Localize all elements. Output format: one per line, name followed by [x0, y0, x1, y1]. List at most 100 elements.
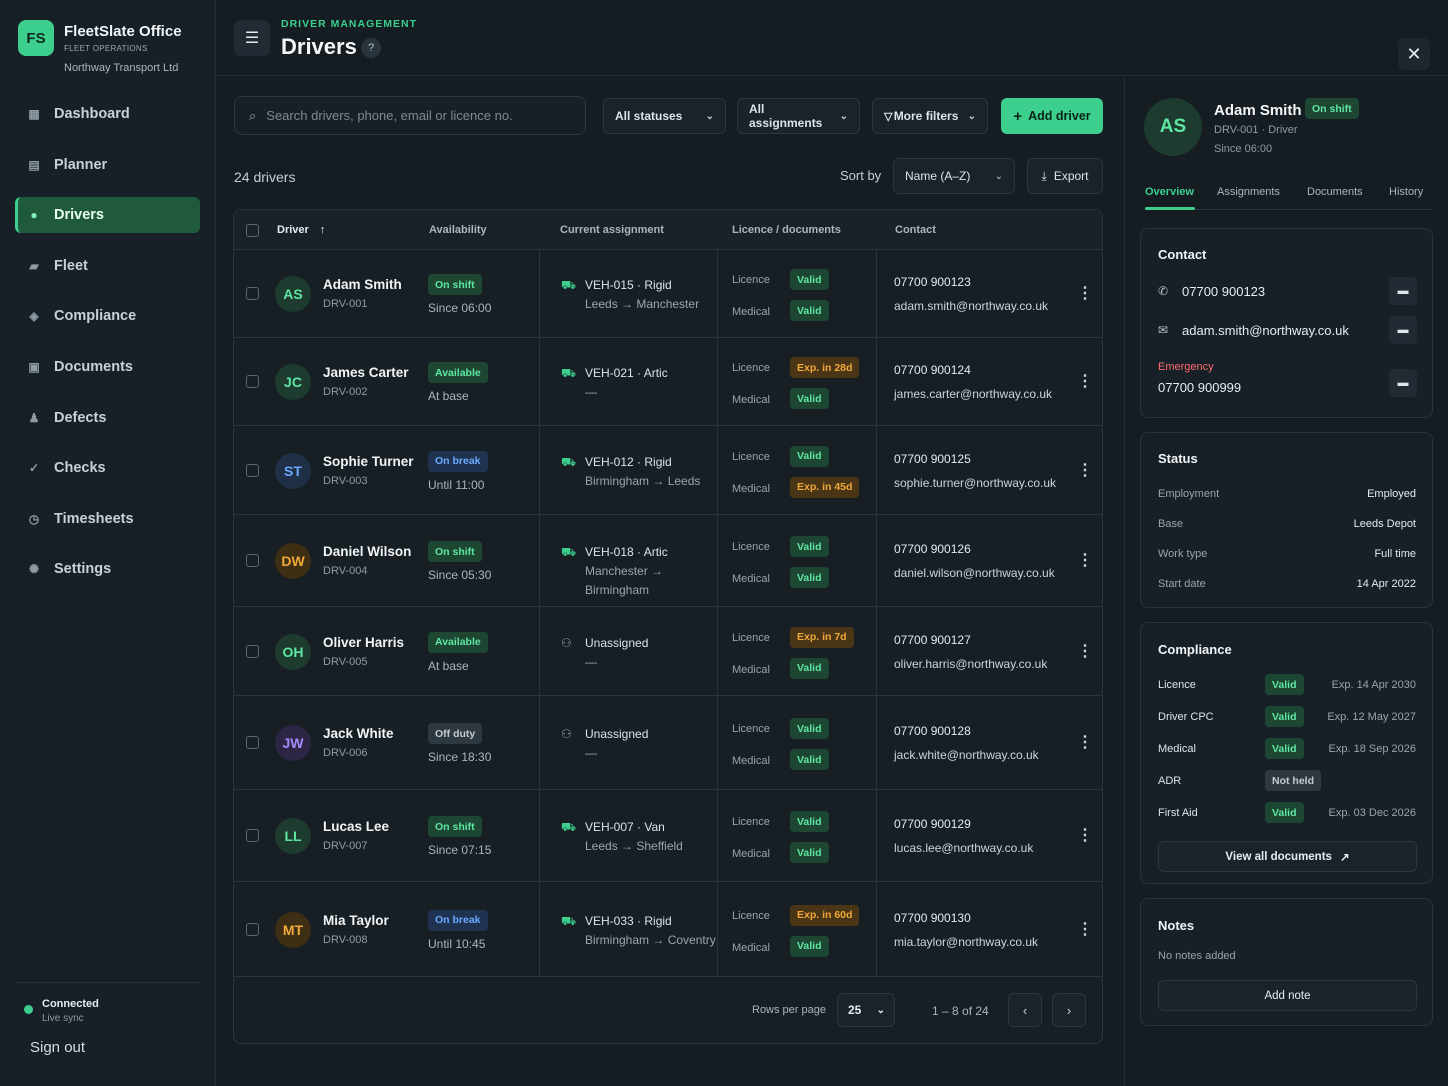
status-filter-select[interactable]: All statuses ⌄ [603, 98, 726, 134]
contact-phone[interactable]: 07700 900126 [894, 542, 971, 556]
sidebar-item-planner[interactable]: ▤ Planner [15, 147, 200, 183]
driver-name[interactable]: Lucas Lee [323, 819, 389, 834]
contact-phone[interactable]: 07700 900127 [894, 633, 971, 647]
select-all-checkbox[interactable] [246, 224, 259, 237]
row-checkbox[interactable] [246, 287, 259, 300]
contact-phone[interactable]: 07700 900125 [894, 452, 971, 466]
driver-name[interactable]: Adam Smith [323, 277, 402, 292]
contact-email[interactable]: adam.smith@northway.co.uk [1182, 323, 1349, 338]
view-all-documents-button[interactable]: View all documents ↗ [1158, 841, 1417, 872]
table-row[interactable]: LL Lucas Lee DRV-007 On shift Since 07:15 ⛟ VE… [234, 790, 1102, 882]
contact-email[interactable]: mia.taylor@northway.co.uk [894, 935, 1038, 949]
table-row[interactable]: DW Daniel Wilson DRV-004 On shift Since 05:3… [234, 515, 1102, 607]
contact-phone[interactable]: 07700 900129 [894, 817, 971, 831]
row-checkbox[interactable] [246, 554, 259, 567]
assignment-vehicle[interactable]: VEH-007 · Van [585, 818, 725, 837]
sign-out-link[interactable]: Sign out [30, 1039, 85, 1056]
contact-phone[interactable]: 07700 900123 [1182, 284, 1265, 299]
tab-overview[interactable]: Overview [1145, 186, 1194, 198]
brand-logo[interactable]: FS [18, 20, 54, 56]
contact-phone[interactable]: 07700 900124 [894, 363, 971, 377]
rows-per-page-select[interactable]: 25 ⌄ [837, 993, 895, 1027]
row-menu-icon[interactable]: ⋮ [1077, 283, 1093, 303]
contact-email[interactable]: oliver.harris@northway.co.uk [894, 657, 1047, 671]
column-driver[interactable]: Driver ↑ [277, 224, 325, 236]
table-row[interactable]: MT Mia Taylor DRV-008 On break Until 10:45 ⛟ V… [234, 882, 1102, 977]
contact-phone[interactable]: 07700 900130 [894, 911, 971, 925]
contact-phone[interactable]: 07700 900123 [894, 275, 971, 289]
driver-id: DRV-001 [323, 298, 368, 310]
driver-name[interactable]: Jack White [323, 726, 394, 741]
driver-name[interactable]: Oliver Harris [323, 635, 404, 650]
driver-name[interactable]: Mia Taylor [323, 913, 389, 928]
contact-email[interactable]: adam.smith@northway.co.uk [894, 299, 1048, 313]
tab-history[interactable]: History [1389, 186, 1423, 198]
search-input[interactable]: ⌕ Search drivers, phone, email or licenc… [234, 96, 586, 135]
tab-assignments[interactable]: Assignments [1217, 186, 1280, 198]
table-row[interactable]: AS Adam Smith DRV-001 On shift Since 06:00 ⛟ V… [234, 250, 1102, 338]
sort-select[interactable]: Name (A–Z) ⌄ [893, 158, 1015, 194]
sidebar-item-fleet[interactable]: ▰ Fleet [15, 248, 200, 284]
previous-page-button[interactable]: ‹ [1008, 993, 1042, 1027]
sidebar-item-timesheets[interactable]: ◷ Timesheets [15, 501, 200, 537]
export-button[interactable]: ⤓ Export [1027, 158, 1103, 194]
sidebar-item-dashboard[interactable]: ▦ Dashboard [15, 96, 200, 132]
sidebar-item-compliance[interactable]: ◈ Compliance [15, 298, 200, 334]
row-menu-icon[interactable]: ⋮ [1077, 550, 1093, 570]
row-menu-icon[interactable]: ⋮ [1077, 460, 1093, 480]
chevron-right-icon: › [1066, 1002, 1072, 1018]
add-note-button[interactable]: Add note [1158, 980, 1417, 1011]
row-checkbox[interactable] [246, 644, 259, 658]
licence-label: Licence [732, 274, 770, 286]
assignment-vehicle[interactable]: VEH-018 · Artic [585, 543, 725, 562]
row-menu-icon[interactable]: ⋮ [1077, 919, 1093, 939]
table-row[interactable]: ST Sophie Turner DRV-003 On break Until 11:0… [234, 426, 1102, 515]
table-row[interactable]: OH Oliver Harris DRV-005 Available At base ⚇ U… [234, 607, 1102, 696]
help-icon[interactable]: ? [361, 38, 381, 58]
table-row[interactable]: JW Jack White DRV-006 Off duty Since 18:30 ⚇ U… [234, 696, 1102, 790]
sidebar-item-documents[interactable]: ▣ Documents [15, 349, 200, 385]
assignment-vehicle[interactable]: VEH-021 · Artic [585, 364, 725, 383]
contact-email[interactable]: daniel.wilson@northway.co.uk [894, 566, 1055, 580]
sidebar-item-defects[interactable]: ♟ Defects [15, 400, 200, 436]
assignment-filter-select[interactable]: All assignments ⌄ [737, 98, 860, 134]
row-menu-icon[interactable]: ⋮ [1077, 371, 1093, 391]
row-checkbox[interactable] [246, 922, 259, 936]
contact-phone[interactable]: 07700 900128 [894, 724, 971, 738]
message-email-button[interactable]: ▬ [1389, 316, 1417, 344]
driver-name[interactable]: Daniel Wilson [323, 544, 411, 559]
more-filters-button[interactable]: ▽ More filters ⌄ [872, 98, 988, 134]
message-phone-button[interactable]: ▬ [1389, 277, 1417, 305]
row-checkbox[interactable] [246, 463, 259, 477]
assignment-route: Manchester → Birmingham [585, 564, 664, 597]
driver-name[interactable]: James Carter [323, 365, 409, 380]
pagination-range: 1 – 8 of 24 [932, 1004, 989, 1018]
contact-email[interactable]: lucas.lee@northway.co.uk [894, 841, 1033, 855]
row-menu-icon[interactable]: ⋮ [1077, 641, 1093, 661]
sidebar-item-settings[interactable]: ✺ Settings [15, 551, 200, 587]
assignment-vehicle[interactable]: Unassigned [585, 725, 725, 744]
emergency-phone[interactable]: 07700 900999 [1158, 380, 1241, 395]
assignment-vehicle[interactable]: VEH-015 · Rigid [585, 276, 725, 295]
assignment-vehicle[interactable]: VEH-012 · Rigid [585, 453, 725, 472]
row-checkbox[interactable] [246, 375, 259, 388]
row-checkbox[interactable] [246, 829, 259, 842]
row-menu-icon[interactable]: ⋮ [1077, 825, 1093, 845]
close-button[interactable]: ✕ [1398, 38, 1430, 70]
sidebar-item-checks[interactable]: ✓ Checks [15, 450, 200, 486]
contact-email[interactable]: james.carter@northway.co.uk [894, 387, 1052, 401]
add-driver-button[interactable]: + Add driver [1001, 98, 1103, 134]
row-checkbox[interactable] [246, 736, 259, 749]
tab-documents[interactable]: Documents [1307, 186, 1363, 198]
next-page-button[interactable]: › [1052, 993, 1086, 1027]
message-emergency-button[interactable]: ▬ [1389, 369, 1417, 397]
driver-name[interactable]: Sophie Turner [323, 454, 414, 469]
table-row[interactable]: JC James Carter DRV-002 Available At base ⛟ VE… [234, 338, 1102, 426]
assignment-vehicle[interactable]: VEH-033 · Rigid [585, 912, 725, 931]
contact-email[interactable]: sophie.turner@northway.co.uk [894, 476, 1056, 490]
sidebar-item-drivers[interactable]: ● Drivers [15, 197, 200, 234]
menu-toggle-button[interactable]: ☰ [234, 20, 270, 56]
row-menu-icon[interactable]: ⋮ [1077, 732, 1093, 752]
contact-email[interactable]: jack.white@northway.co.uk [894, 748, 1039, 762]
assignment-vehicle[interactable]: Unassigned [585, 634, 725, 653]
